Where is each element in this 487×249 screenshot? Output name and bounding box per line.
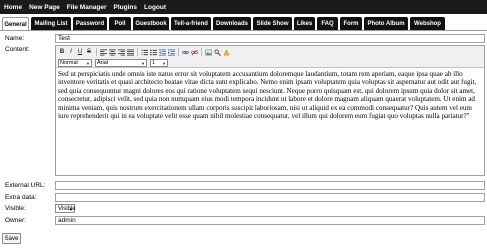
- justify-icon[interactable]: [126, 48, 134, 56]
- tab-guestbook[interactable]: Guestbook: [133, 17, 169, 30]
- chevron-down-icon: ▼: [162, 60, 166, 66]
- editor-toolbar-row-2: Normal ▼ Arial ▼ 1 ▼: [58, 58, 171, 67]
- name-input[interactable]: Test: [55, 34, 485, 43]
- menu-home[interactable]: Home: [4, 4, 22, 11]
- strikethrough-icon[interactable]: S: [85, 48, 93, 56]
- editor-toolbar-row-1: BIUS: [58, 47, 231, 57]
- size-select-value: 1: [152, 59, 156, 66]
- name-label: Name:: [5, 35, 25, 42]
- top-menu-bar: Home New Page File Manager Plugins Logou…: [0, 0, 487, 14]
- align-center-icon[interactable]: [108, 48, 116, 56]
- link-icon[interactable]: [181, 48, 189, 56]
- editor-toolbar: BIUS Normal ▼ Arial ▼ 1 ▼: [56, 46, 484, 68]
- chevron-down-icon: ▼: [69, 207, 73, 212]
- tab-mailing-list[interactable]: Mailing List: [31, 17, 71, 30]
- menu-logout[interactable]: Logout: [144, 4, 166, 11]
- tab-poll[interactable]: Poll: [109, 17, 131, 30]
- editor-content[interactable]: Sed ut perspiciatis unde omnis iste natu…: [56, 68, 484, 121]
- tab-slide-show[interactable]: Slide Show: [253, 17, 292, 30]
- save-button[interactable]: Save: [2, 233, 21, 244]
- owner-input[interactable]: admin: [55, 216, 485, 225]
- tab-password[interactable]: Password: [73, 17, 107, 30]
- external-url-input[interactable]: [55, 181, 485, 190]
- content-label: Content:: [5, 46, 30, 53]
- font-select-value: Arial: [97, 59, 109, 66]
- unlink-icon[interactable]: [190, 48, 198, 56]
- tab-form[interactable]: Form: [340, 17, 362, 30]
- visible-label: Visible:: [5, 205, 26, 212]
- ordered-list-icon[interactable]: [140, 48, 148, 56]
- unordered-list-icon[interactable]: [149, 48, 157, 56]
- chevron-down-icon: ▼: [86, 60, 90, 66]
- format-select-value: Normal: [60, 59, 78, 66]
- align-right-icon[interactable]: [117, 48, 125, 56]
- toolbar-separator: [137, 48, 138, 56]
- visible-select[interactable]: Visible ▼: [55, 204, 76, 213]
- tab-downloads[interactable]: Downloads: [213, 17, 251, 30]
- extra-data-label: Extra data:: [5, 194, 37, 201]
- tab-faq[interactable]: FAQ: [317, 17, 338, 30]
- indent-icon[interactable]: [167, 48, 175, 56]
- external-url-label: External URL:: [5, 182, 46, 189]
- format-select[interactable]: Normal ▼: [58, 58, 92, 67]
- size-select[interactable]: 1 ▼: [150, 58, 168, 67]
- tab-likes[interactable]: Likes: [294, 17, 315, 30]
- outdent-icon[interactable]: [158, 48, 166, 56]
- tab-webshop[interactable]: Webshop: [410, 17, 445, 30]
- toolbar-separator: [96, 48, 97, 56]
- tab-photo-album[interactable]: Photo Album: [364, 17, 408, 30]
- clean-icon[interactable]: [222, 48, 230, 56]
- tab-strip: General Mailing List Password Poll Guestbook…: [2, 17, 485, 31]
- align-left-icon[interactable]: [99, 48, 107, 56]
- menu-plugins[interactable]: Plugins: [114, 4, 137, 11]
- rich-text-editor: BIUS Normal ▼ Arial ▼ 1 ▼ Sed ut perspic…: [55, 45, 485, 176]
- bold-icon[interactable]: B: [58, 48, 66, 56]
- image-icon[interactable]: [204, 48, 212, 56]
- extra-data-input[interactable]: [55, 193, 485, 202]
- owner-label: Owner:: [5, 217, 26, 224]
- font-select[interactable]: Arial ▼: [95, 58, 147, 67]
- italic-icon[interactable]: I: [67, 48, 75, 56]
- tab-divider: [0, 30, 487, 31]
- menu-file-manager[interactable]: File Manager: [67, 4, 107, 11]
- tab-tell-a-friend[interactable]: Tell-a-friend: [171, 17, 211, 30]
- toolbar-separator: [201, 48, 202, 56]
- toolbar-separator: [178, 48, 179, 56]
- spellcheck-icon[interactable]: [213, 48, 221, 56]
- tab-general[interactable]: General: [2, 17, 29, 31]
- underline-icon[interactable]: U: [76, 48, 84, 56]
- chevron-down-icon: ▼: [141, 60, 145, 66]
- menu-new-page[interactable]: New Page: [29, 4, 60, 11]
